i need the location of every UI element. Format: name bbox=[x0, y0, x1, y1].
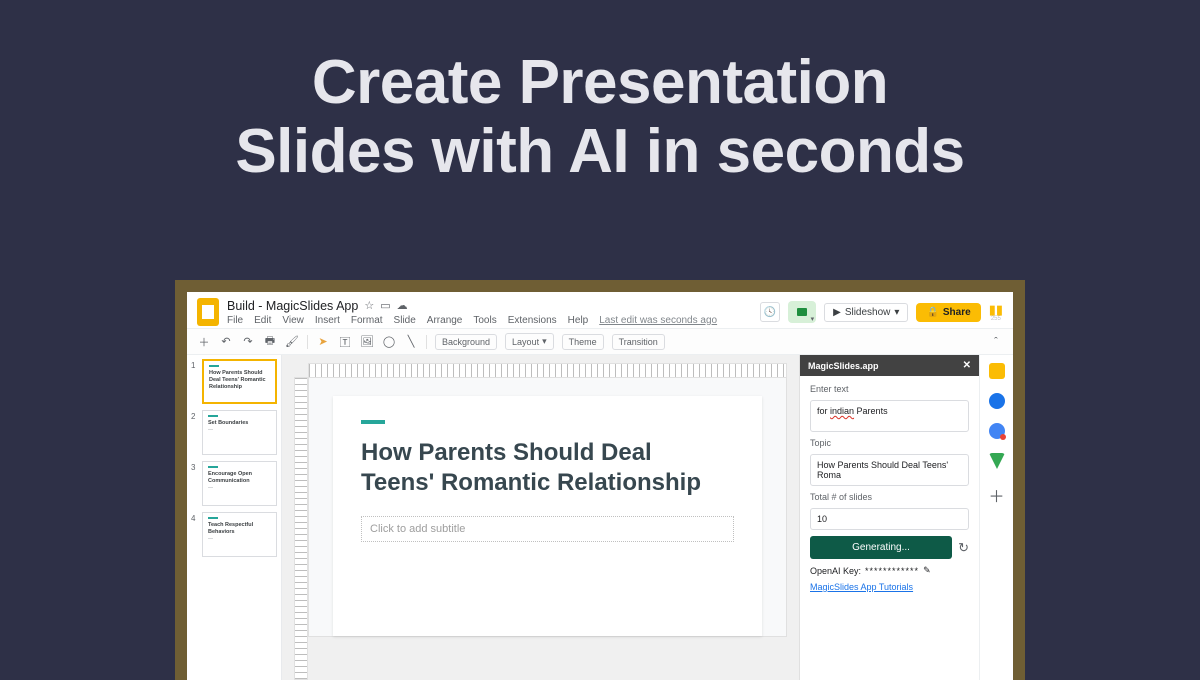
chevron-down-icon: ▾ bbox=[894, 307, 899, 318]
app-screenshot-frame: Build - MagicSlides App ☆ ▭ ☁ File Edit … bbox=[175, 280, 1025, 680]
select-tool-icon[interactable]: ➤ bbox=[316, 335, 330, 349]
document-title[interactable]: Build - MagicSlides App bbox=[227, 299, 358, 313]
menu-format[interactable]: Format bbox=[351, 315, 383, 326]
openai-key-row: OpenAI Key: ************ ✎ bbox=[810, 565, 969, 576]
slide-count-input[interactable]: 10 bbox=[810, 508, 969, 530]
menu-view[interactable]: View bbox=[282, 315, 304, 326]
lock-icon: 🔒 bbox=[926, 307, 938, 318]
history-icon[interactable]: ↻ bbox=[958, 540, 969, 556]
add-addon-icon[interactable]: ＋ bbox=[988, 483, 1004, 507]
panel-header: MagicSlides.app ✕ bbox=[800, 355, 979, 376]
hero-title: Create Presentation Slides with AI in se… bbox=[0, 0, 1200, 187]
google-slides-logo-icon[interactable] bbox=[197, 298, 219, 326]
slideshow-button[interactable]: ▶ Slideshow ▾ bbox=[824, 303, 908, 322]
slide-title[interactable]: How Parents Should Deal Teens' Romantic … bbox=[361, 438, 734, 498]
print-icon[interactable]: 🖶 bbox=[263, 335, 277, 349]
undo-icon[interactable]: ↶ bbox=[219, 335, 233, 349]
topic-input[interactable]: How Parents Should Deal Teens' Roma bbox=[810, 454, 969, 486]
last-edit-text[interactable]: Last edit was seconds ago bbox=[599, 315, 717, 326]
google-slides-app: Build - MagicSlides App ☆ ▭ ☁ File Edit … bbox=[187, 292, 1013, 680]
meet-button[interactable] bbox=[788, 301, 816, 323]
menu-slide[interactable]: Slide bbox=[394, 315, 416, 326]
ruler-horizontal bbox=[308, 363, 787, 377]
subtitle-placeholder[interactable]: Click to add subtitle bbox=[361, 516, 734, 542]
maps-icon[interactable] bbox=[989, 453, 1005, 469]
thumbnail-panel[interactable]: 1 How Parents Should Deal Teens' Romanti… bbox=[187, 355, 282, 680]
hero-line-1: Create Presentation bbox=[0, 48, 1200, 117]
contacts-icon[interactable] bbox=[989, 423, 1005, 439]
menu-tools[interactable]: Tools bbox=[473, 315, 496, 326]
menu-arrange[interactable]: Arrange bbox=[427, 315, 463, 326]
menu-insert[interactable]: Insert bbox=[315, 315, 340, 326]
panel-title: MagicSlides.app bbox=[808, 361, 879, 371]
menubar: File Edit View Insert Format Slide Arran… bbox=[227, 315, 717, 326]
thumbnail-1[interactable]: 1 How Parents Should Deal Teens' Romanti… bbox=[191, 359, 277, 404]
hide-menus-icon[interactable]: ˆ bbox=[989, 335, 1003, 349]
ruler-vertical bbox=[294, 377, 308, 680]
paint-format-icon[interactable]: 🖌 bbox=[285, 335, 299, 349]
tutorials-link[interactable]: MagicSlides App Tutorials bbox=[810, 582, 969, 592]
tasks-icon[interactable] bbox=[989, 393, 1005, 409]
analytics-icon[interactable]: ▮▮255 bbox=[989, 303, 1003, 322]
titlebar: Build - MagicSlides App ☆ ▭ ☁ File Edit … bbox=[187, 292, 1013, 328]
comment-history-icon[interactable]: 🕓 bbox=[760, 302, 780, 322]
play-icon: ▶ bbox=[833, 307, 841, 318]
generate-button[interactable]: Generating... bbox=[810, 536, 952, 559]
thumbnail-3[interactable]: 3 Encourage Open Communication— bbox=[191, 461, 277, 506]
redo-icon[interactable]: ↷ bbox=[241, 335, 255, 349]
slide-canvas-area: How Parents Should Deal Teens' Romantic … bbox=[282, 355, 799, 680]
edit-key-icon[interactable]: ✎ bbox=[923, 565, 931, 576]
hero-line-2: Slides with AI in seconds bbox=[0, 117, 1200, 186]
menu-edit[interactable]: Edit bbox=[254, 315, 271, 326]
textbox-icon[interactable]: 🅃 bbox=[338, 335, 352, 349]
workspace: 1 How Parents Should Deal Teens' Romanti… bbox=[187, 355, 1013, 680]
background-button[interactable]: Background bbox=[435, 334, 497, 350]
thumbnail-2[interactable]: 2 Set Boundaries— bbox=[191, 410, 277, 455]
share-button[interactable]: 🔒 Share bbox=[916, 303, 980, 322]
thumbnail-4[interactable]: 4 Teach Respectful Behaviors— bbox=[191, 512, 277, 557]
menu-file[interactable]: File bbox=[227, 315, 243, 326]
main-slide[interactable]: How Parents Should Deal Teens' Romantic … bbox=[333, 396, 762, 636]
openai-key-label: OpenAI Key: bbox=[810, 566, 861, 576]
line-icon[interactable]: ╲ bbox=[404, 335, 418, 349]
move-icon[interactable]: ▭ bbox=[380, 299, 390, 312]
topic-label: Topic bbox=[810, 438, 969, 448]
slide-count-label: Total # of slides bbox=[810, 492, 969, 502]
accent-bar bbox=[361, 420, 385, 424]
menu-help[interactable]: Help bbox=[568, 315, 589, 326]
enter-text-input[interactable]: for indian Parents bbox=[810, 400, 969, 432]
image-icon[interactable]: 🖼 bbox=[360, 335, 374, 349]
menu-extensions[interactable]: Extensions bbox=[508, 315, 557, 326]
magicslides-panel: MagicSlides.app ✕ Enter text for indian … bbox=[799, 355, 979, 680]
transition-button[interactable]: Transition bbox=[612, 334, 665, 350]
layout-button[interactable]: Layout ▾ bbox=[505, 333, 554, 350]
side-rail: ＋ bbox=[979, 355, 1013, 680]
enter-text-label: Enter text bbox=[810, 384, 969, 394]
new-slide-icon[interactable]: ＋ bbox=[197, 335, 211, 349]
openai-key-mask: ************ bbox=[865, 566, 919, 576]
cloud-icon[interactable]: ☁ bbox=[397, 299, 408, 312]
share-label: Share bbox=[943, 307, 971, 318]
star-icon[interactable]: ☆ bbox=[364, 299, 374, 312]
close-icon[interactable]: ✕ bbox=[963, 360, 971, 371]
slideshow-label: Slideshow bbox=[845, 307, 891, 318]
toolbar: ＋ ↶ ↷ 🖶 🖌 ➤ 🅃 🖼 ◯ ╲ Background Layout ▾ … bbox=[187, 328, 1013, 355]
keep-icon[interactable] bbox=[989, 363, 1005, 379]
shape-icon[interactable]: ◯ bbox=[382, 335, 396, 349]
theme-button[interactable]: Theme bbox=[562, 334, 604, 350]
